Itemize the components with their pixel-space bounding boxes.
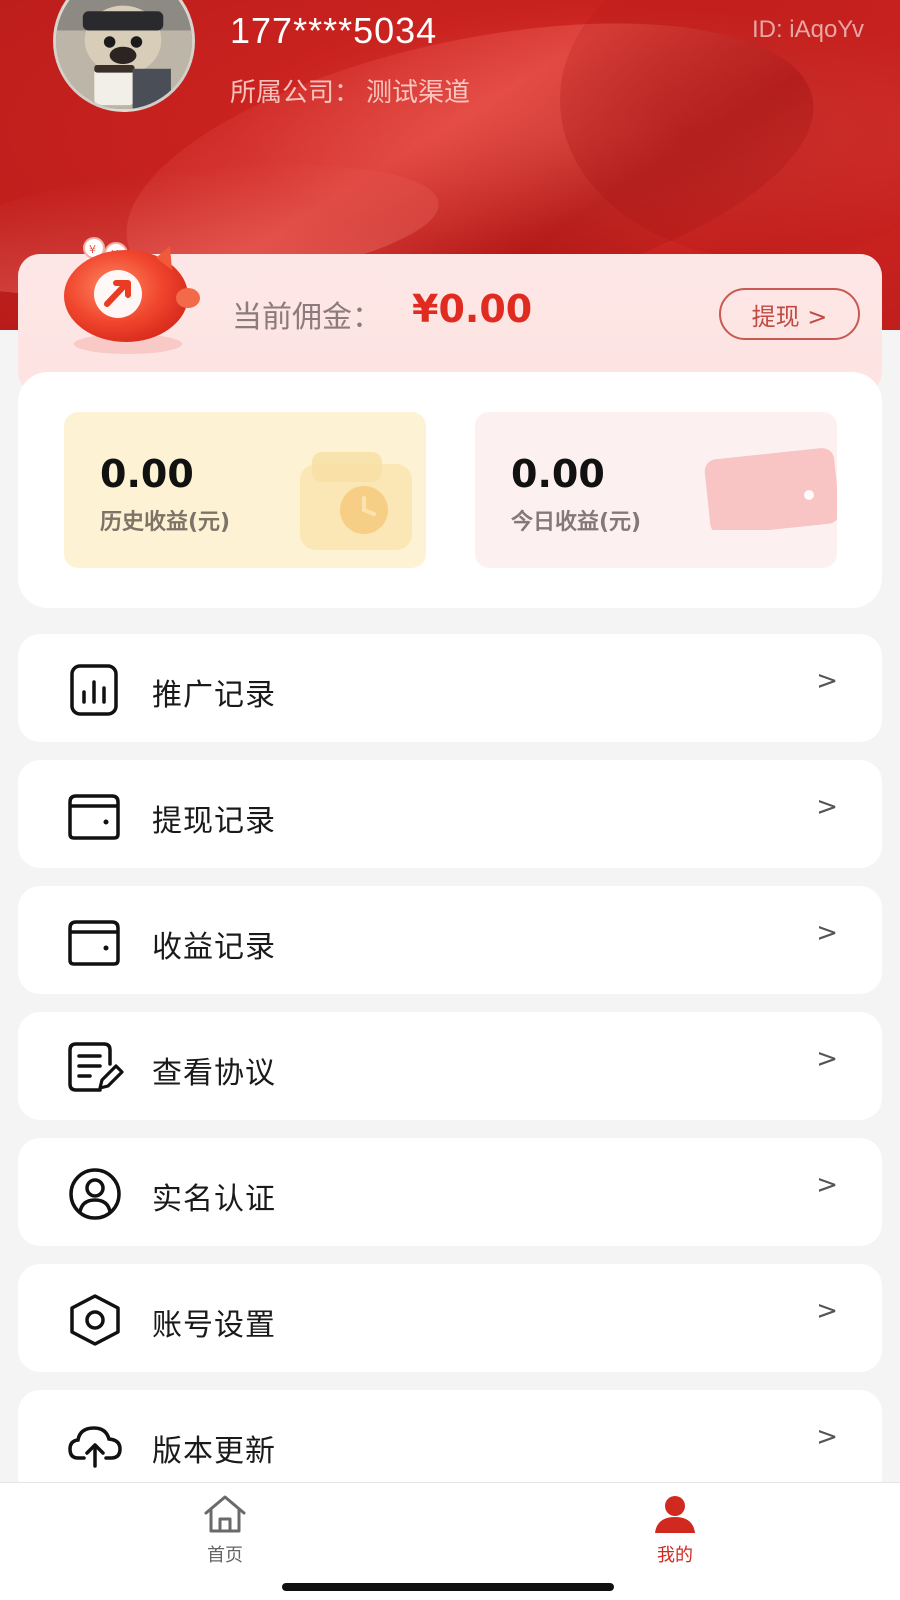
tab-home-label: 首页	[207, 1545, 243, 1566]
menu-item-withdraw-records[interactable]: 提现记录 >	[18, 760, 882, 868]
company-info: 所属公司： 测试渠道	[230, 72, 470, 109]
tab-home[interactable]: 首页	[165, 1493, 285, 1573]
profile-page: 177****5034 ID: iAqoYv 所属公司：测试渠道 ¥ ¥	[0, 0, 900, 1600]
commission-label: 当前佣金：	[232, 300, 382, 335]
chart-document-icon	[66, 664, 124, 716]
menu-label: 账号设置	[152, 1308, 276, 1343]
chevron-right-icon: >	[816, 1170, 838, 1200]
history-earnings-label: 历史收益(元)	[100, 510, 231, 535]
wallet-icon	[66, 790, 124, 842]
chevron-right-icon: >	[816, 1296, 838, 1326]
home-indicator	[282, 1583, 614, 1591]
menu-item-real-name-auth[interactable]: 实名认证 >	[18, 1138, 882, 1246]
menu-item-earnings-records[interactable]: 收益记录 >	[18, 886, 882, 994]
menu-item-account-settings[interactable]: 账号设置 >	[18, 1264, 882, 1372]
menu-item-view-agreement[interactable]: 查看协议 >	[18, 1012, 882, 1120]
withdraw-button[interactable]: 提现 >	[719, 288, 860, 340]
chevron-right-icon: >	[816, 1044, 838, 1074]
user-id: ID: iAqoYv	[751, 16, 864, 43]
chevron-right-icon: >	[816, 1422, 838, 1452]
wallet-icon	[66, 916, 124, 968]
menu-label: 推广记录	[152, 678, 276, 713]
document-edit-icon	[66, 1042, 124, 1094]
commission-value: ¥0.00	[412, 287, 533, 331]
user-icon	[655, 1496, 695, 1533]
menu-label: 提现记录	[152, 804, 276, 839]
company-label: 所属公司：	[230, 78, 361, 108]
chevron-right-icon: >	[816, 792, 838, 822]
chevron-right-icon: >	[816, 666, 838, 696]
chevron-right-icon: >	[816, 918, 838, 948]
company-name: 测试渠道	[366, 78, 471, 108]
menu-label: 版本更新	[152, 1434, 276, 1469]
hexagon-settings-icon	[66, 1294, 124, 1346]
today-earnings-box[interactable]: 0.00 今日收益(元)	[475, 412, 837, 568]
cloud-upload-icon	[66, 1420, 124, 1472]
menu-label: 查看协议	[152, 1056, 276, 1091]
tab-mine-label: 我的	[657, 1545, 693, 1566]
today-earnings-value: 0.00	[511, 452, 605, 496]
tab-mine[interactable]: 我的	[615, 1493, 735, 1573]
clock-wallet-icon	[300, 452, 412, 550]
avatar-image	[56, 0, 192, 109]
piggy-bank-icon: ¥ ¥	[48, 224, 208, 364]
today-earnings-label: 今日收益(元)	[511, 510, 642, 535]
menu-item-promotion-records[interactable]: 推广记录 >	[18, 634, 882, 742]
menu-label: 收益记录	[152, 930, 276, 965]
history-earnings-box[interactable]: 0.00 历史收益(元)	[64, 412, 426, 568]
menu-label: 实名认证	[152, 1182, 276, 1217]
home-icon	[204, 1495, 246, 1533]
user-circle-icon	[66, 1168, 124, 1220]
svg-text:¥: ¥	[89, 243, 96, 256]
card-wallet-icon	[704, 448, 837, 530]
phone-number: 177****5034	[230, 10, 438, 51]
history-earnings-value: 0.00	[100, 452, 194, 496]
